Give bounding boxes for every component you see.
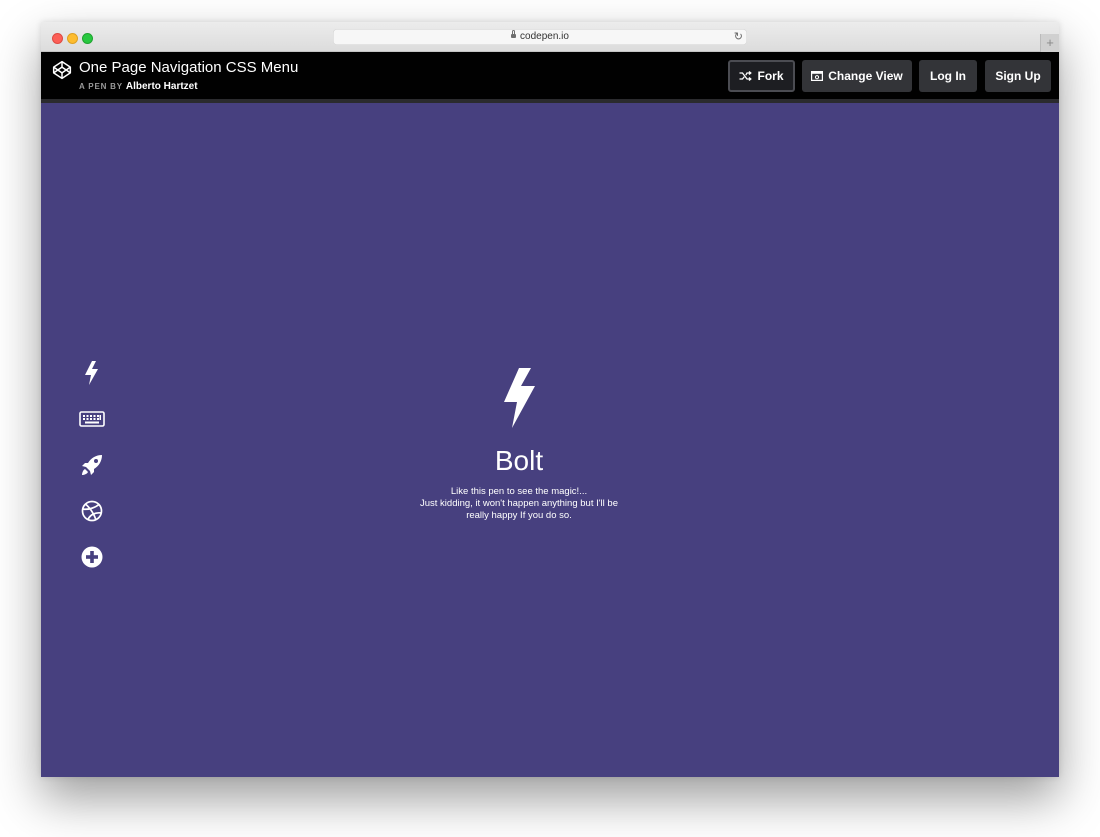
rocket-icon (82, 455, 102, 475)
new-tab-button[interactable]: + (1040, 34, 1059, 52)
lock-icon (511, 30, 517, 38)
minimize-window-button[interactable] (67, 33, 78, 44)
pen-byline: A PEN BY Alberto Hartzet (79, 79, 198, 93)
section-description: Like this pen to see the magic!... Just … (369, 486, 669, 522)
browser-window: codepen.io ↻ + One Page Navigation CSS M… (41, 22, 1059, 777)
login-label: Log In (930, 69, 966, 83)
codepen-logo-icon[interactable] (52, 60, 72, 80)
signup-button[interactable]: Sign Up (985, 60, 1051, 92)
section-title: Bolt (494, 445, 544, 476)
fork-icon (739, 70, 753, 81)
change-view-button[interactable]: Change View (802, 60, 912, 92)
change-view-label: Change View (828, 69, 903, 83)
dribbble-icon (81, 500, 103, 522)
keyboard-icon (79, 411, 105, 427)
fork-button[interactable]: Fork (728, 60, 795, 92)
reload-icon[interactable]: ↻ (734, 29, 743, 45)
nav-item-dribbble[interactable] (77, 497, 107, 525)
plus-circle-icon (81, 546, 103, 568)
author-link[interactable]: Alberto Hartzet (126, 81, 198, 92)
nav-item-keyboard[interactable] (77, 405, 107, 433)
bolt-icon (85, 361, 98, 385)
url-text: codepen.io (520, 31, 569, 42)
pen-by-label: A PEN BY (79, 82, 123, 91)
login-button[interactable]: Log In (919, 60, 977, 92)
description-line: really happy If you do so. (466, 510, 572, 521)
browser-toolbar: codepen.io ↻ + (41, 22, 1059, 52)
pen-title: One Page Navigation CSS Menu (79, 59, 299, 76)
address-bar[interactable]: codepen.io ↻ (333, 29, 747, 45)
close-window-button[interactable] (52, 33, 63, 44)
signup-label: Sign Up (995, 69, 1041, 83)
nav-item-add[interactable] (77, 543, 107, 571)
zoom-window-button[interactable] (82, 33, 93, 44)
section-content: Bolt Like this pen to see the magic!... … (369, 368, 669, 522)
description-line: Like this pen to see the magic!... (450, 486, 588, 497)
pen-preview: Bolt Like this pen to see the magic!... … (41, 103, 1059, 777)
change-view-icon (811, 70, 824, 81)
fork-label: Fork (757, 69, 784, 83)
nav-item-bolt[interactable] (77, 359, 107, 387)
nav-item-rocket[interactable] (77, 451, 107, 479)
bolt-icon (504, 368, 535, 428)
description-line: Just kidding, it won't happen anything b… (420, 498, 618, 509)
codepen-header: One Page Navigation CSS Menu A PEN BY Alb… (41, 52, 1059, 103)
